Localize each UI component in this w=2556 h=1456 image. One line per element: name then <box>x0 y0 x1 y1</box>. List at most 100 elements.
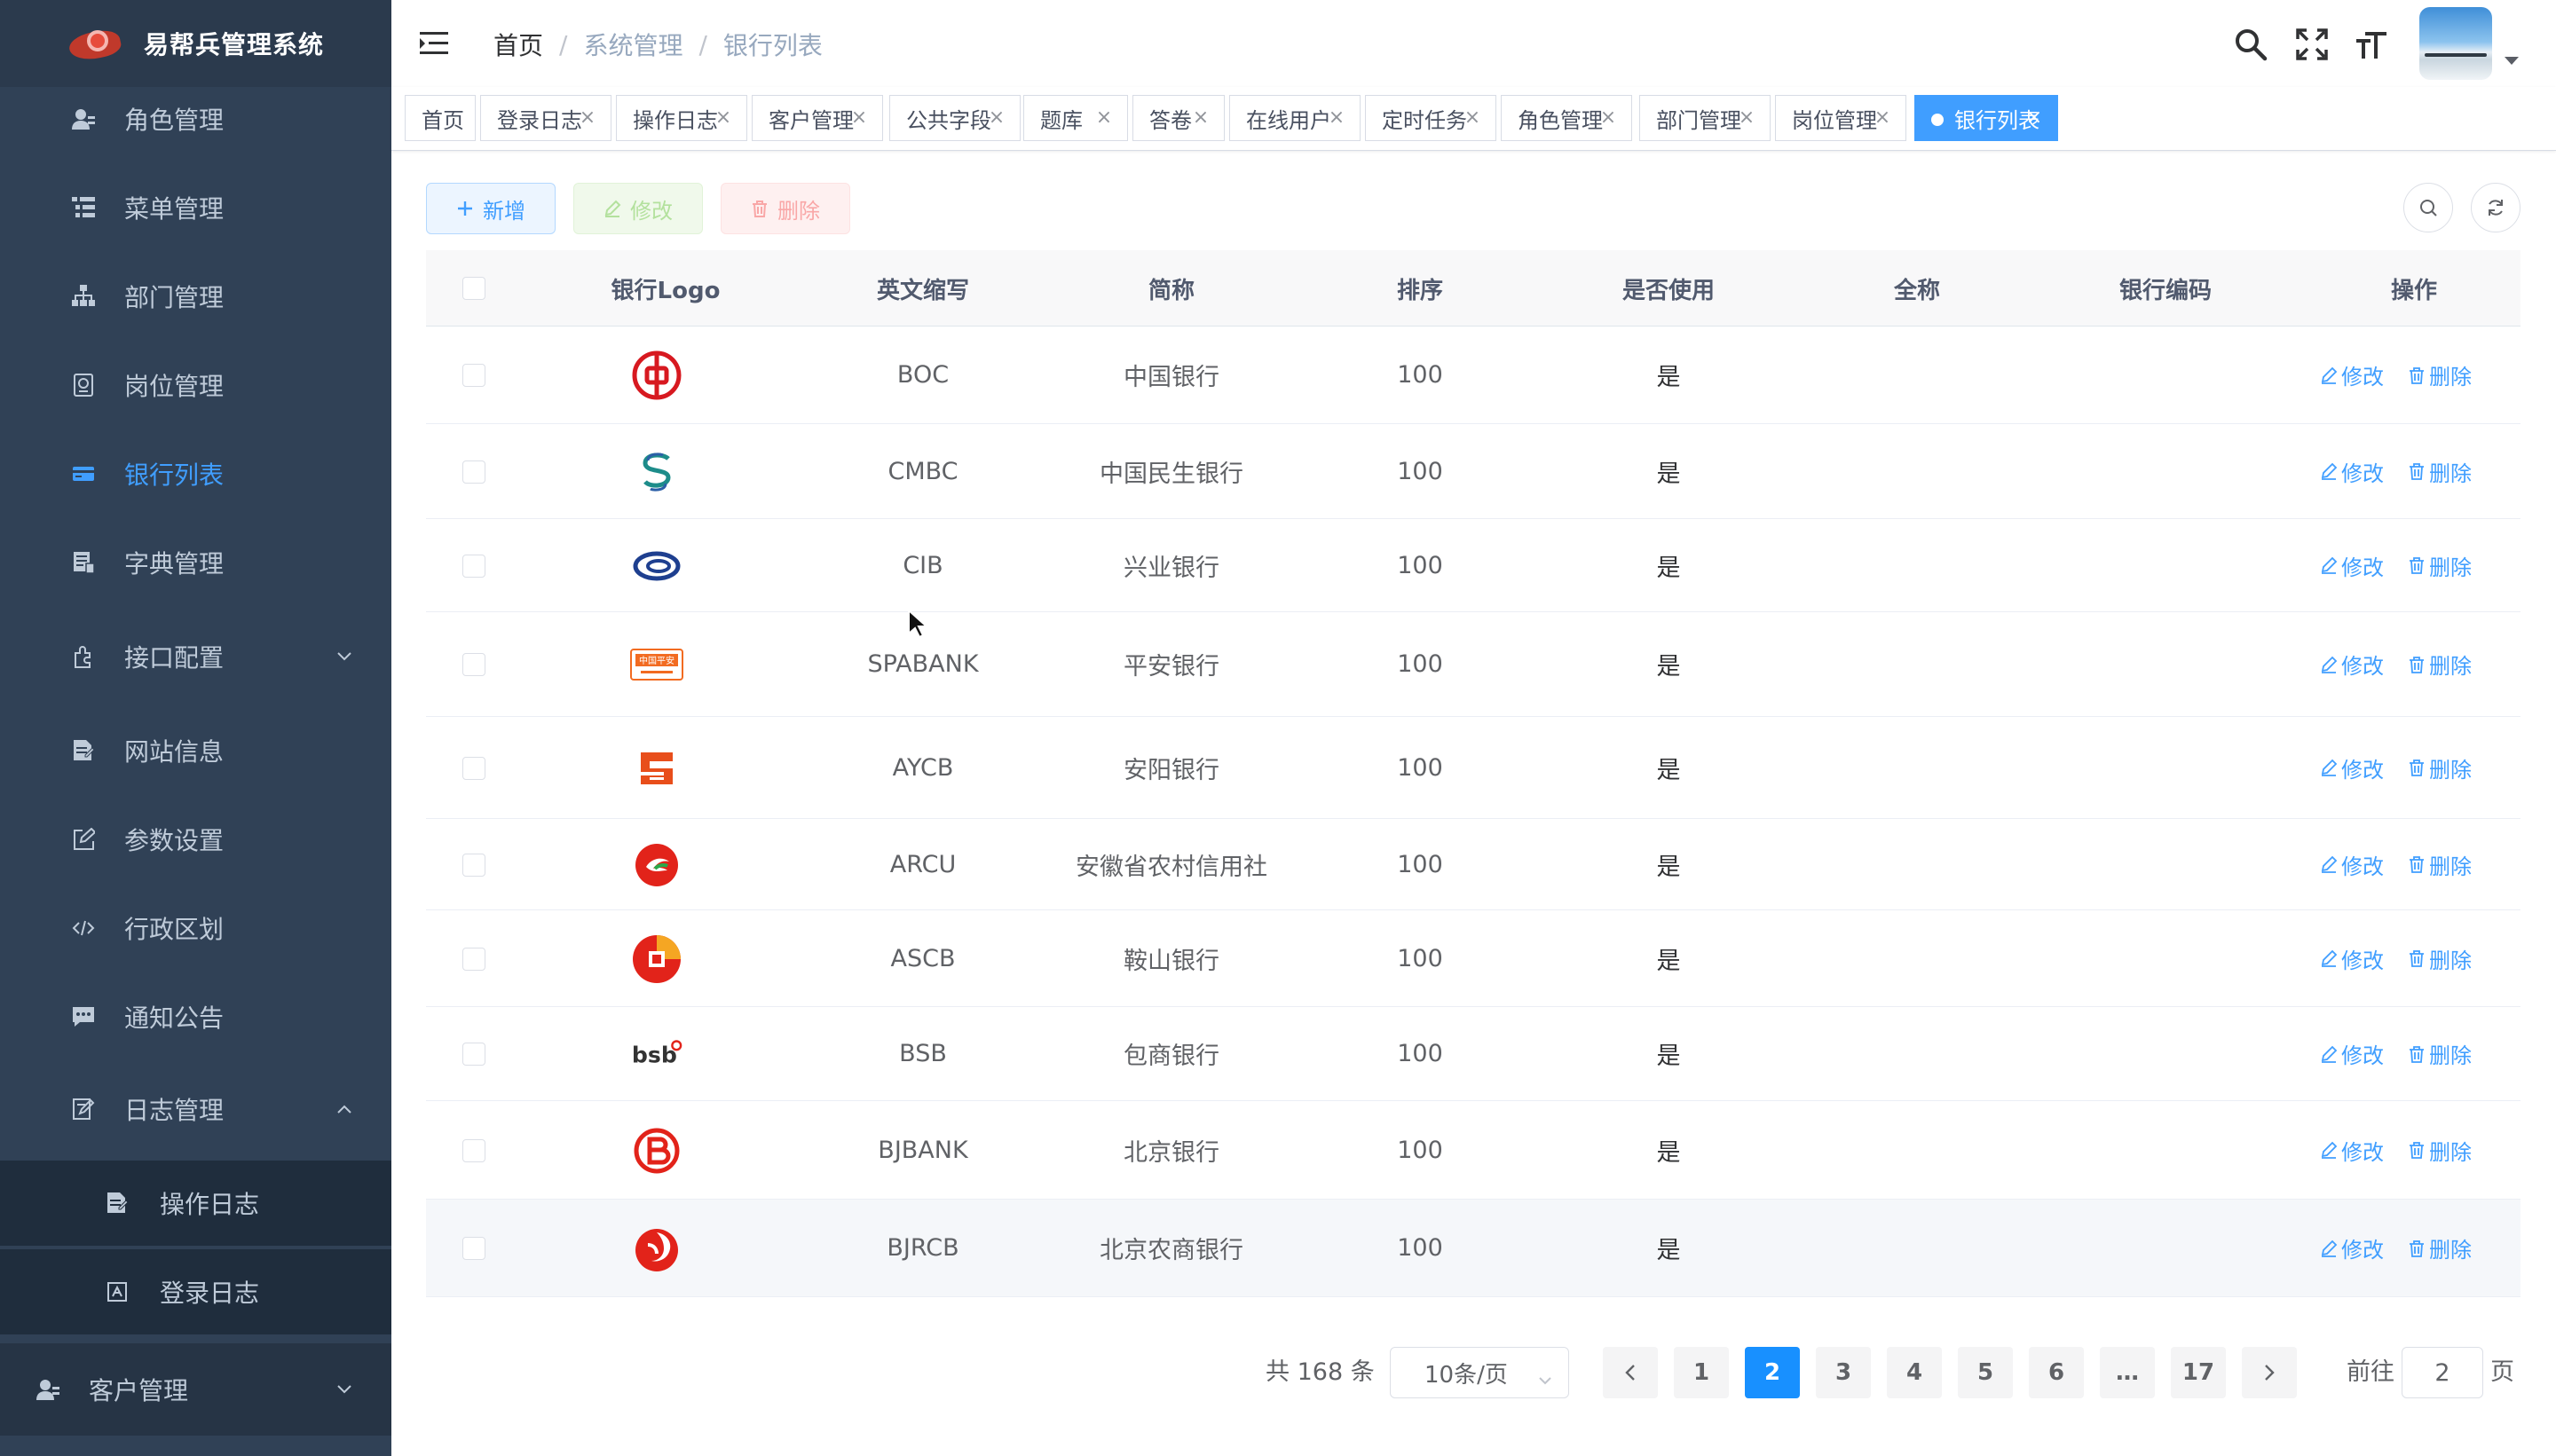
tag-4[interactable]: 公共字段 × <box>889 95 1021 141</box>
row-edit-link[interactable]: 修改 <box>2320 717 2384 818</box>
row-edit-link[interactable]: 修改 <box>2320 910 2384 1006</box>
tag-3[interactable]: 客户管理 × <box>752 95 883 141</box>
row-edit-link[interactable]: 修改 <box>2320 1101 2384 1199</box>
close-icon[interactable]: × <box>1190 107 1211 129</box>
row-checkbox[interactable] <box>462 1043 485 1066</box>
tag-8[interactable]: 定时任务 × <box>1365 95 1496 141</box>
page-button[interactable]: 5 <box>1958 1347 2013 1398</box>
row-delete-link[interactable]: 删除 <box>2408 819 2472 909</box>
row-checkbox[interactable] <box>462 947 485 971</box>
tag-12[interactable]: 银行列表 × <box>1914 95 2058 141</box>
page-button[interactable]: 1 <box>1674 1347 1729 1398</box>
row-edit-link[interactable]: 修改 <box>2320 519 2384 611</box>
cell-code <box>2059 1101 2272 1199</box>
sidebar-item-notice[interactable]: 通知公告 <box>0 974 391 1059</box>
avatar[interactable] <box>2419 7 2492 80</box>
tag-9[interactable]: 角色管理 × <box>1501 95 1632 141</box>
tag-11[interactable]: 岗位管理 × <box>1775 95 1906 141</box>
row-delete-link[interactable]: 删除 <box>2408 1200 2472 1296</box>
font-size-icon[interactable] <box>2354 27 2389 62</box>
close-icon[interactable]: × <box>1462 107 1483 129</box>
prev-page-button[interactable] <box>1603 1347 1658 1398</box>
hamburger-icon[interactable] <box>420 30 448 57</box>
svg-text:bsb: bsb <box>632 1043 677 1068</box>
next-page-button[interactable] <box>2242 1347 2297 1398</box>
search-icon[interactable] <box>2233 27 2268 62</box>
row-checkbox[interactable] <box>462 1138 485 1162</box>
fullscreen-icon[interactable] <box>2294 27 2330 62</box>
row-edit-link[interactable]: 修改 <box>2320 1007 2384 1100</box>
close-icon[interactable]: × <box>1872 107 1893 129</box>
sidebar-item-dict[interactable]: 字典管理 <box>0 520 391 605</box>
sidebar-item-region[interactable]: 行政区划 <box>0 885 391 971</box>
tag-2[interactable]: 操作日志 × <box>616 95 747 141</box>
breadcrumb-home[interactable]: 首页 <box>493 27 543 62</box>
row-delete-link[interactable]: 删除 <box>2408 1101 2472 1199</box>
row-delete-link[interactable]: 删除 <box>2408 910 2472 1006</box>
row-checkbox[interactable] <box>462 653 485 676</box>
tag-7[interactable]: 在线用户 × <box>1229 95 1361 141</box>
page-size-select[interactable]: 10条/页 <box>1390 1347 1569 1398</box>
tag-5[interactable]: 题库 × <box>1023 95 1128 141</box>
page-button[interactable]: 17 <box>2171 1347 2226 1398</box>
close-icon[interactable]: × <box>848 107 870 129</box>
close-icon[interactable]: × <box>1598 107 1619 129</box>
row-edit-link[interactable]: 修改 <box>2320 1200 2384 1296</box>
sidebar-item-customer[interactable]: 客户管理 <box>0 1343 391 1436</box>
breadcrumb-separator: / <box>559 29 568 59</box>
close-icon[interactable]: × <box>2024 107 2045 129</box>
tag-0[interactable]: 首页 <box>405 95 476 141</box>
sidebar-subitem-login-log[interactable]: 登录日志 <box>0 1249 391 1334</box>
sidebar-item-menu[interactable]: 菜单管理 <box>0 165 391 250</box>
row-checkbox[interactable] <box>462 460 485 484</box>
row-delete-link[interactable]: 删除 <box>2408 1007 2472 1100</box>
close-icon[interactable]: × <box>577 107 598 129</box>
row-edit-link[interactable]: 修改 <box>2320 612 2384 716</box>
row-delete-link[interactable]: 删除 <box>2408 327 2472 423</box>
sidebar-item-post[interactable]: 岗位管理 <box>0 342 391 428</box>
row-edit-link[interactable]: 修改 <box>2320 424 2384 518</box>
close-icon[interactable]: × <box>1093 107 1115 129</box>
close-icon[interactable]: × <box>1326 107 1347 129</box>
sidebar-subitem-operation-log[interactable]: 操作日志 <box>0 1161 391 1246</box>
sidebar-item-api[interactable]: 接口配置 <box>0 614 391 699</box>
sidebar-item-params[interactable]: 参数设置 <box>0 797 391 882</box>
sidebar-item-role[interactable]: 角色管理 <box>0 76 391 161</box>
row-delete-link[interactable]: 删除 <box>2408 519 2472 611</box>
row-checkbox[interactable] <box>462 554 485 578</box>
tag-6[interactable]: 答卷 × <box>1132 95 1225 141</box>
close-icon[interactable]: × <box>1736 107 1757 129</box>
sidebar-item-log[interactable]: 日志管理 <box>0 1066 391 1152</box>
caret-down-icon[interactable] <box>2505 57 2519 65</box>
jump-page-input[interactable] <box>2402 1347 2483 1398</box>
cell-abbr: CMBC <box>888 457 958 485</box>
row-delete-link[interactable]: 删除 <box>2408 612 2472 716</box>
row-edit-link[interactable]: 修改 <box>2320 327 2384 423</box>
sidebar-item-dept[interactable]: 部门管理 <box>0 254 391 339</box>
refresh-button[interactable] <box>2471 183 2520 232</box>
more-pages-button[interactable]: … <box>2100 1347 2155 1398</box>
row-checkbox[interactable] <box>462 364 485 387</box>
page-button[interactable]: 6 <box>2029 1347 2084 1398</box>
select-all-checkbox[interactable] <box>462 277 485 300</box>
row-checkbox[interactable] <box>462 853 485 877</box>
row-checkbox[interactable] <box>462 1237 485 1260</box>
sidebar-item-site-info[interactable]: 网站信息 <box>0 708 391 793</box>
close-icon[interactable]: × <box>713 107 734 129</box>
sidebar-item-bank-list[interactable]: 银行列表 <box>0 431 391 516</box>
page-button[interactable]: 2 <box>1745 1347 1800 1398</box>
row-delete-link[interactable]: 删除 <box>2408 717 2472 818</box>
edit-button[interactable]: 修改 <box>573 183 703 234</box>
close-icon[interactable]: × <box>986 107 1007 129</box>
toggle-search-button[interactable] <box>2403 183 2453 232</box>
tag-1[interactable]: 登录日志 × <box>480 95 611 141</box>
row-edit-link[interactable]: 修改 <box>2320 819 2384 909</box>
tag-10[interactable]: 部门管理 × <box>1639 95 1771 141</box>
add-button[interactable]: 新增 <box>426 183 556 234</box>
app-logo-bar[interactable]: 易帮兵管理系统 <box>0 0 391 87</box>
row-delete-link[interactable]: 删除 <box>2408 424 2472 518</box>
row-checkbox[interactable] <box>462 756 485 780</box>
page-button[interactable]: 4 <box>1887 1347 1942 1398</box>
page-button[interactable]: 3 <box>1816 1347 1871 1398</box>
delete-button[interactable]: 删除 <box>721 183 850 234</box>
